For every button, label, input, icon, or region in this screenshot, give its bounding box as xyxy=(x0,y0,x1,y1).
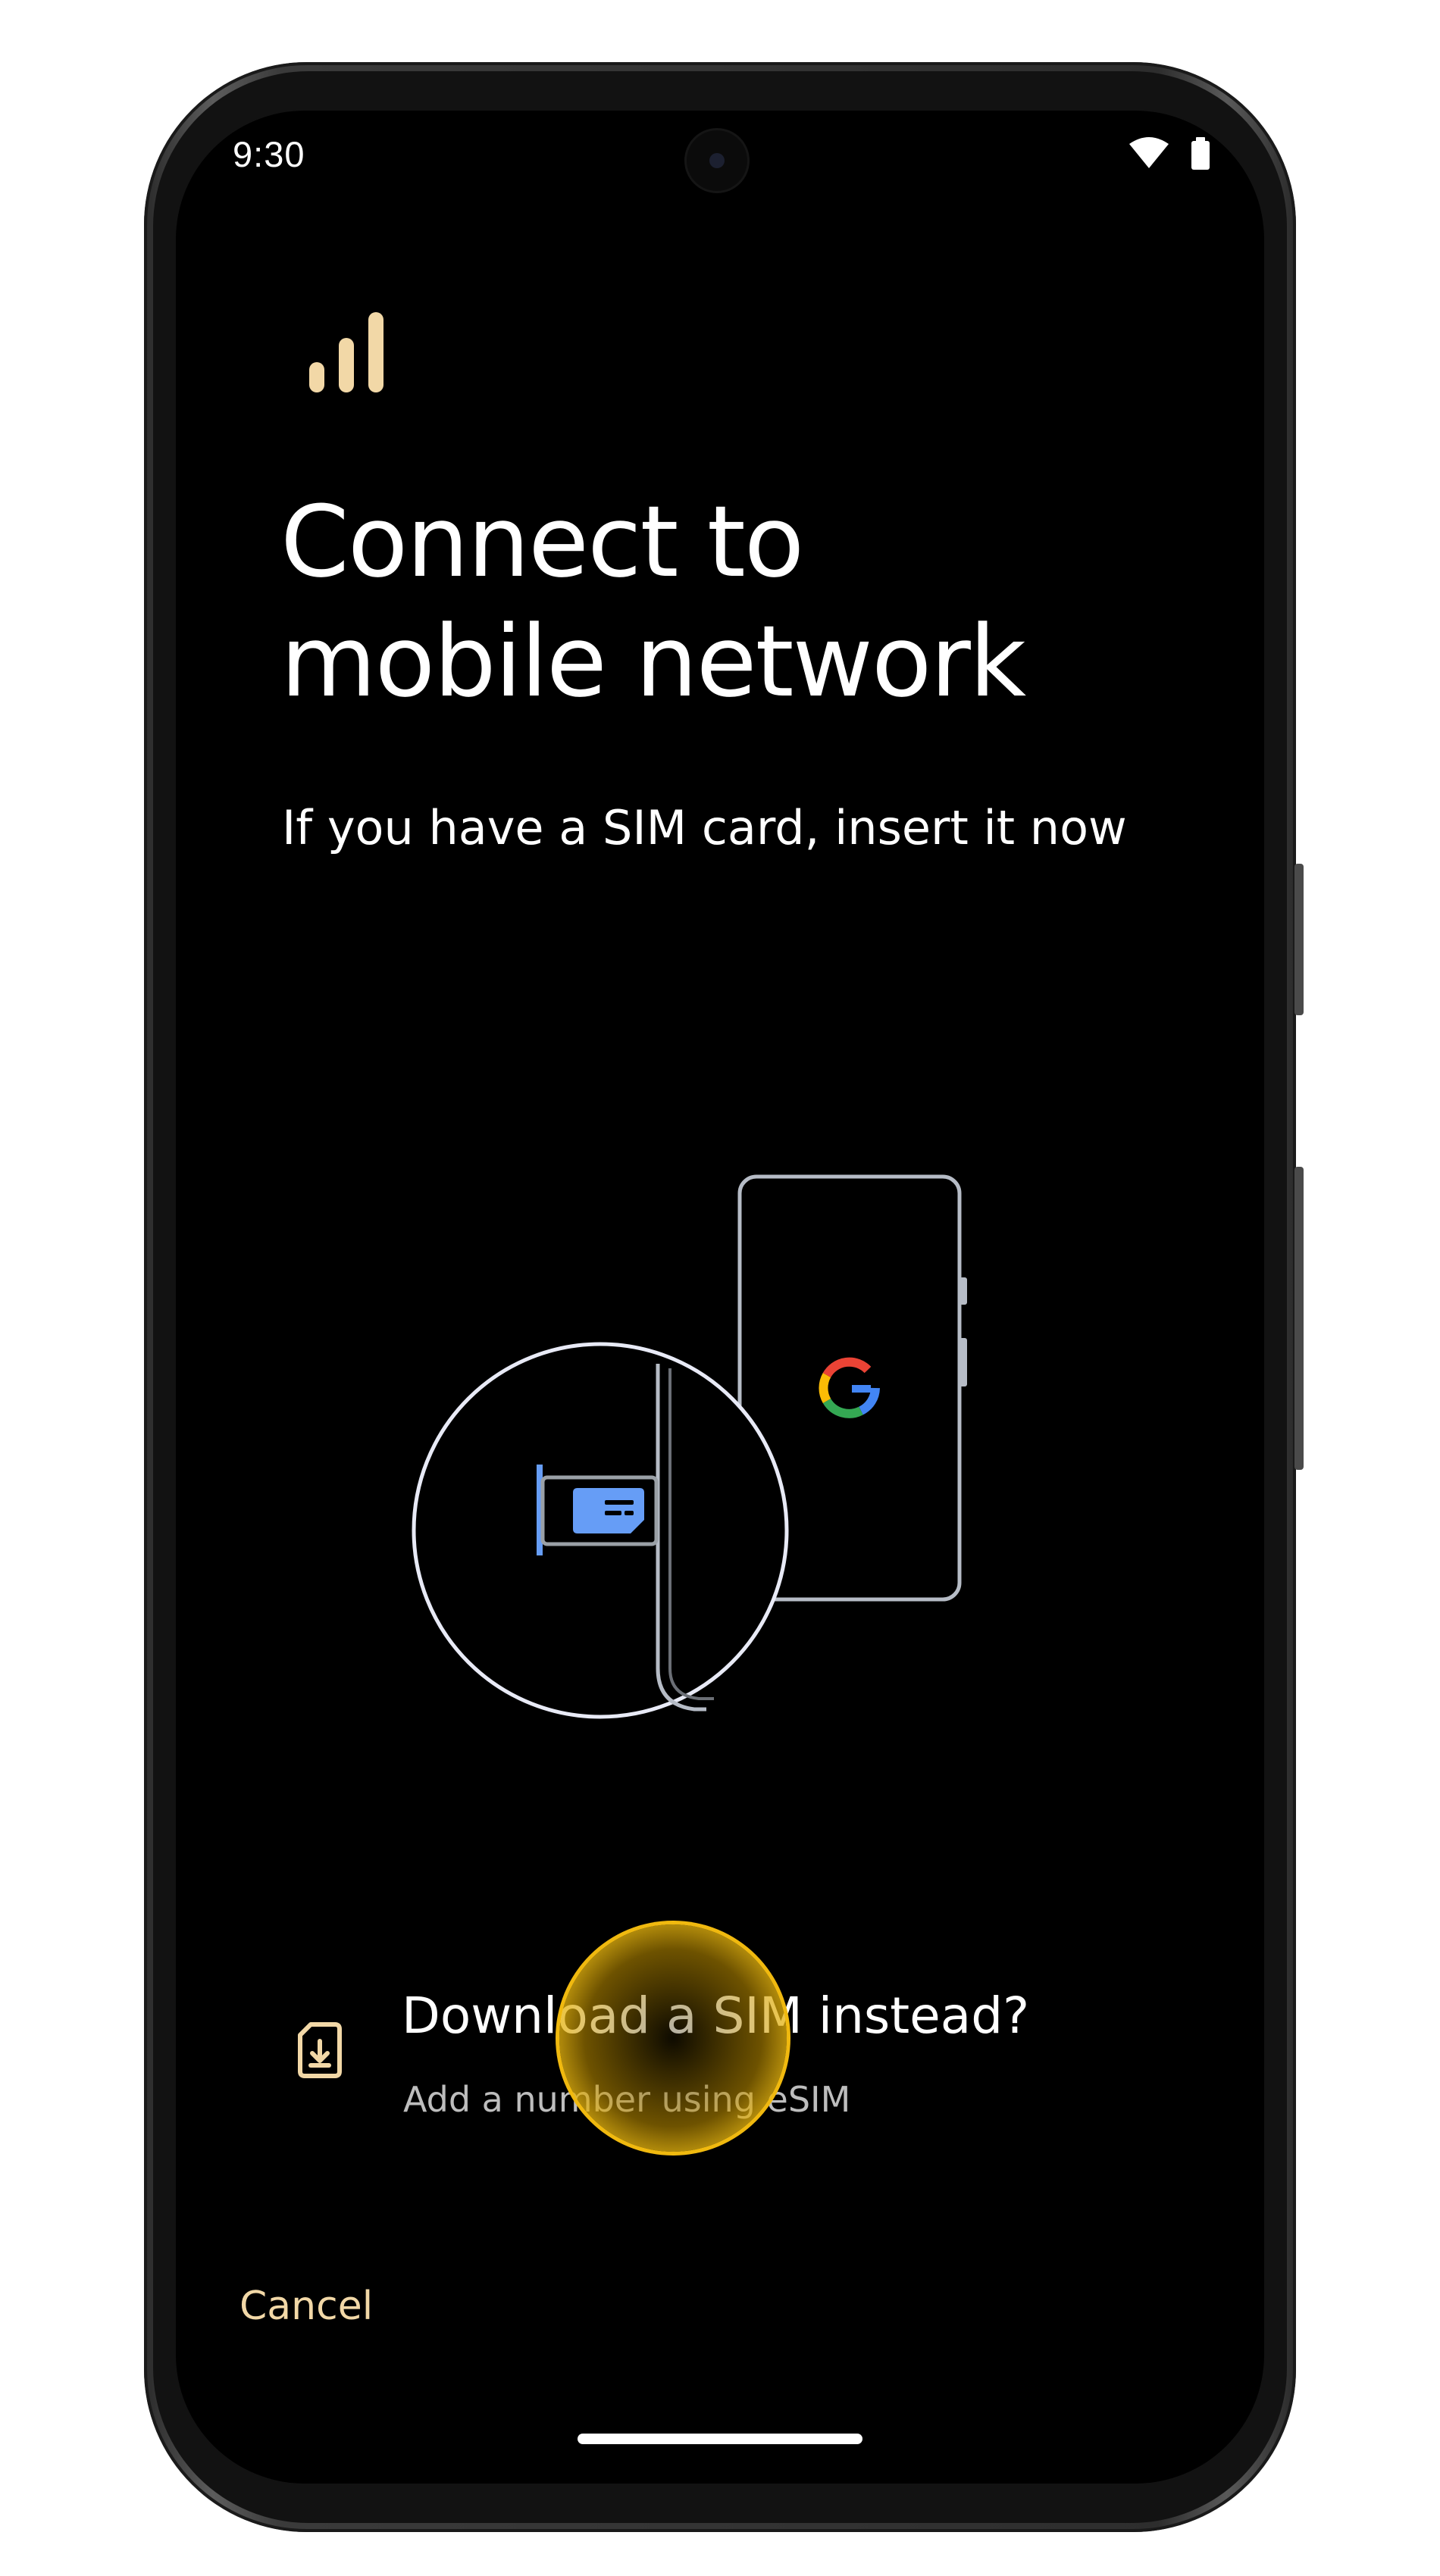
download-sim-title[interactable]: Download a SIM instead? xyxy=(402,1987,1029,2045)
download-sim-subtitle: Add a number using eSIM xyxy=(403,2079,851,2120)
power-button xyxy=(1294,864,1304,1015)
download-sim-icon xyxy=(297,2021,343,2083)
screen: 9:30 Connect to mobile network If you ha… xyxy=(176,111,1264,2484)
home-indicator[interactable] xyxy=(578,2434,862,2444)
google-logo-icon xyxy=(819,1357,880,1418)
cancel-button[interactable]: Cancel xyxy=(239,2284,373,2329)
volume-button xyxy=(1294,1167,1304,1470)
sim-card-icon xyxy=(573,1488,644,1533)
